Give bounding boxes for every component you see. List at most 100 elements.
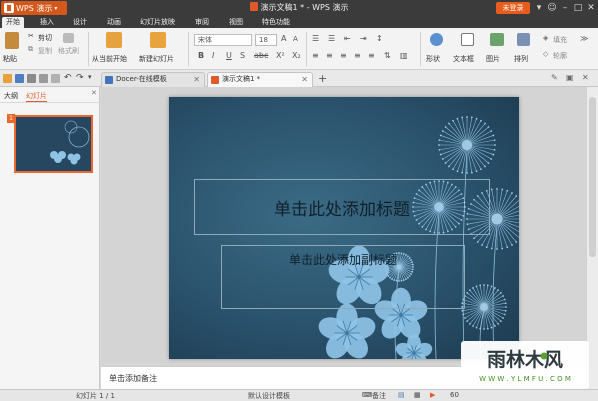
- close-doc-icon[interactable]: ✕: [582, 73, 589, 82]
- increase-indent-icon[interactable]: ⇥: [360, 34, 367, 43]
- paste-label: 粘贴: [3, 55, 17, 63]
- superscript-icon[interactable]: X²: [276, 51, 285, 60]
- tools-icon[interactable]: ✎: [551, 73, 558, 82]
- line-spacing-icon[interactable]: ↕: [376, 34, 383, 43]
- undo-icon[interactable]: ↶: [64, 73, 72, 83]
- sorter-view-icon[interactable]: ▦: [414, 391, 421, 399]
- ylmf-logo: 雨林木风 W W W . Y L M F U . C O M: [479, 348, 571, 383]
- doc-tab-label: Docer-在线模板: [116, 75, 167, 83]
- new-slide-icon: [150, 32, 166, 48]
- justify-icon[interactable]: ≡: [354, 51, 361, 60]
- text-direction-icon[interactable]: ⇅: [384, 51, 391, 60]
- align-right-icon[interactable]: ≡: [340, 51, 347, 60]
- close-tab-icon[interactable]: ✕: [193, 73, 200, 86]
- help-icon[interactable]: ☺: [546, 2, 558, 14]
- italic-icon[interactable]: I: [212, 51, 214, 60]
- svg-text:W W W . Y L M F U . C O M: W W W . Y L M F U . C O M: [479, 375, 571, 383]
- notes-toggle[interactable]: 备注: [372, 391, 386, 401]
- slide-canvas: 单击此处添加标题 单击此处添加副标题: [101, 87, 586, 366]
- menu-bar: 开始 插入 设计 动画 幻灯片放映 审阅 视图 特色功能: [0, 16, 598, 28]
- underline-icon[interactable]: U: [226, 51, 232, 60]
- distribute-icon[interactable]: ≡: [368, 51, 375, 60]
- maximize-icon[interactable]: □: [572, 2, 584, 14]
- svg-text:雨林木风: 雨林木风: [487, 348, 563, 371]
- new-slide-label: 新建幻灯片: [139, 55, 174, 63]
- shape-icon: [430, 33, 443, 46]
- close-icon[interactable]: ✕: [585, 2, 597, 14]
- status-bar: 幻灯片 1 / 1 默认设计模板 ⌨ 备注 ▤ ▦ ▶ 60: [0, 389, 598, 401]
- subtitle-placeholder[interactable]: 单击此处添加副标题: [221, 245, 465, 309]
- picture-label: 图片: [486, 55, 500, 63]
- arrange-label: 排列: [514, 55, 528, 63]
- new-tab-icon[interactable]: +: [318, 72, 327, 85]
- slide-counter: 幻灯片 1 / 1: [76, 392, 115, 400]
- notes-toggle-icon[interactable]: ⌨: [362, 391, 372, 399]
- title-bar: WPS 演示 ▾ 演示文稿1 * - WPS 演示 未登录 ▾ ☺ – □ ✕: [0, 0, 598, 16]
- tab-view[interactable]: 视图: [229, 17, 243, 27]
- scrollbar-thumb[interactable]: [589, 97, 596, 257]
- tab-docer-templates[interactable]: Docer-在线模板 ✕: [101, 72, 205, 87]
- doc-tab-label: 演示文稿1 *: [222, 75, 261, 83]
- presentation-icon: [249, 2, 258, 11]
- customize-icon[interactable]: ▾: [88, 73, 92, 81]
- textbox-icon: [461, 33, 474, 46]
- bold-icon[interactable]: B: [198, 51, 204, 60]
- print-preview-icon[interactable]: [39, 74, 48, 83]
- tab-home[interactable]: 开始: [2, 17, 24, 28]
- grow-font-icon[interactable]: A: [281, 34, 286, 43]
- minimize-icon[interactable]: –: [559, 2, 571, 14]
- outline-label: 轮廓: [553, 52, 567, 60]
- panel-icon[interactable]: ▣: [566, 73, 574, 82]
- save-icon[interactable]: [15, 74, 24, 83]
- title-placeholder[interactable]: 单击此处添加标题: [194, 179, 490, 235]
- font-name-select[interactable]: 宋体: [194, 34, 252, 46]
- copy-icon: ⧉: [28, 45, 33, 53]
- scissors-icon: ✂: [28, 32, 34, 40]
- tab-animation[interactable]: 动画: [107, 17, 121, 27]
- presentation-icon: [211, 76, 219, 84]
- redo-icon[interactable]: ↷: [76, 73, 84, 83]
- strikethrough-icon[interactable]: abc: [254, 51, 268, 60]
- columns-icon[interactable]: ▥: [400, 51, 408, 60]
- numbering-icon[interactable]: ☰: [328, 34, 335, 43]
- slide-thumbnail[interactable]: [14, 115, 93, 173]
- login-button[interactable]: 未登录: [496, 2, 530, 14]
- print-icon[interactable]: [27, 74, 36, 83]
- tab-design[interactable]: 设计: [73, 17, 87, 27]
- slide[interactable]: 单击此处添加标题 单击此处添加副标题: [169, 97, 519, 359]
- tab-slides[interactable]: 幻灯片: [26, 91, 47, 102]
- from-current-label: 从当前开始: [92, 55, 127, 63]
- tab-review[interactable]: 审阅: [195, 17, 209, 27]
- slide-panel: 大纲 幻灯片 ✕ 1: [0, 87, 100, 389]
- ribbon: 粘贴 ✂ 剪切 ⧉ 复制 格式刷 从当前开始 新建幻灯片 宋体 18 A A B…: [0, 28, 598, 70]
- shadow-icon[interactable]: S: [240, 51, 245, 60]
- shrink-font-icon[interactable]: A: [293, 35, 298, 43]
- shape-label: 形状: [426, 55, 440, 63]
- fill-label: 填充: [553, 36, 567, 44]
- notes-placeholder: 单击添加备注: [109, 374, 157, 383]
- open-icon[interactable]: [3, 74, 12, 83]
- ribbon-more-icon[interactable]: ≫: [580, 34, 588, 43]
- play-slideshow-icon: [106, 32, 122, 48]
- close-panel-icon[interactable]: ✕: [91, 89, 97, 97]
- normal-view-icon[interactable]: ▤: [398, 391, 405, 399]
- tab-outline[interactable]: 大纲: [4, 91, 18, 101]
- subscript-icon[interactable]: X₂: [292, 51, 301, 60]
- tab-slideshow[interactable]: 幻灯片放映: [140, 17, 175, 27]
- decrease-indent-icon[interactable]: ⇤: [344, 34, 351, 43]
- format-painter-icon: [63, 33, 74, 43]
- fill-icon: ◈: [543, 34, 549, 42]
- tab-presentation-1[interactable]: 演示文稿1 * ✕: [207, 72, 313, 87]
- align-left-icon[interactable]: ≡: [312, 51, 319, 60]
- skin-icon[interactable]: ▾: [533, 2, 545, 14]
- slideshow-view-icon[interactable]: ▶: [430, 391, 435, 399]
- tab-insert[interactable]: 插入: [40, 17, 54, 27]
- clipboard-icon: [5, 32, 19, 49]
- align-center-icon[interactable]: ≡: [326, 51, 333, 60]
- bullets-icon[interactable]: ☰: [312, 34, 319, 43]
- close-tab-icon[interactable]: ✕: [301, 73, 308, 86]
- export-icon[interactable]: [51, 74, 60, 83]
- copy-label: 复制: [38, 47, 52, 55]
- tab-features[interactable]: 特色功能: [262, 17, 290, 27]
- font-size-select[interactable]: 18: [255, 34, 277, 46]
